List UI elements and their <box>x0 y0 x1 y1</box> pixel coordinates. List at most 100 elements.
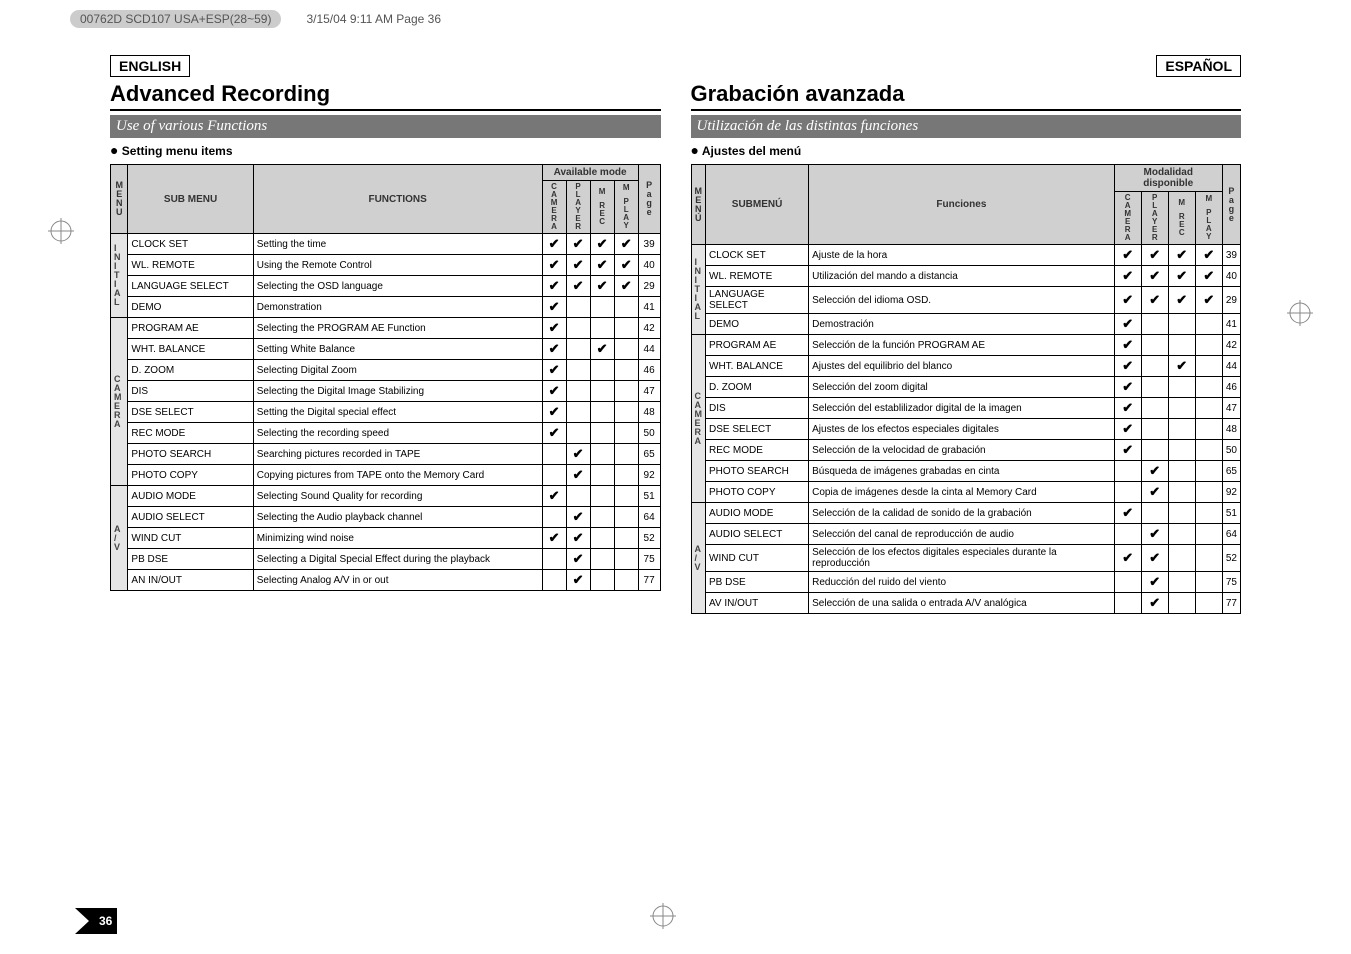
mode-player-cell <box>566 486 590 507</box>
menu-group-cell: CAMERA <box>691 335 706 503</box>
mode-camera-cell: ✔ <box>1114 287 1141 314</box>
function-cell: Selección de una salida o entrada A/V an… <box>809 593 1115 614</box>
mode-camera-cell: ✔ <box>1114 440 1141 461</box>
page-ref-cell: 64 <box>638 507 660 528</box>
submenu-cell: PROGRAM AE <box>706 335 809 356</box>
submenu-cell: LANGUAGE SELECT <box>128 276 253 297</box>
mode-camera-cell <box>542 465 566 486</box>
mode-camera-cell: ✔ <box>542 339 566 360</box>
mode-mrec-cell <box>590 528 614 549</box>
th-functions: FUNCTIONS <box>253 165 542 234</box>
mode-camera-cell: ✔ <box>1114 335 1141 356</box>
submenu-cell: AUDIO MODE <box>128 486 253 507</box>
mode-player-cell <box>1141 440 1168 461</box>
submenu-cell: PB DSE <box>706 572 809 593</box>
submenu-cell: D. ZOOM <box>128 360 253 381</box>
mode-mplay-cell <box>1195 461 1222 482</box>
mode-camera-cell: ✔ <box>542 402 566 423</box>
two-column-body: ENGLISH Advanced Recording Use of variou… <box>0 55 1351 614</box>
table-row: AV IN/OUTSelección de una salida o entra… <box>691 593 1241 614</box>
th-camera: CAMERA <box>542 181 566 234</box>
page-sheet: 00762D SCD107 USA+ESP(28~59) 3/15/04 9:1… <box>0 0 1351 954</box>
function-cell: Selección del idioma OSD. <box>809 287 1115 314</box>
submenu-cell: CLOCK SET <box>706 245 809 266</box>
mode-mplay-cell <box>1195 593 1222 614</box>
spec-table: MENU SUB MENU FUNCTIONS Available mode P… <box>110 164 661 591</box>
mode-mrec-cell <box>590 318 614 339</box>
submenu-cell: AUDIO SELECT <box>706 524 809 545</box>
mode-player-cell: ✔ <box>566 528 590 549</box>
mode-mrec-cell <box>590 549 614 570</box>
submenu-cell: PHOTO COPY <box>706 482 809 503</box>
function-cell: Reducción del ruido del viento <box>809 572 1115 593</box>
mode-mplay-cell <box>1195 503 1222 524</box>
mode-mplay-cell <box>1195 572 1222 593</box>
mode-player-cell: ✔ <box>1141 287 1168 314</box>
mode-player-cell <box>566 402 590 423</box>
submenu-cell: WHT. BALANCE <box>706 356 809 377</box>
file-info: 3/15/04 9:11 AM Page 36 <box>306 12 441 26</box>
mode-mrec-cell <box>590 423 614 444</box>
mode-mrec-cell: ✔ <box>1168 287 1195 314</box>
table-row: AUDIO SELECTSelecting the Audio playback… <box>111 507 661 528</box>
function-cell: Selección del establilizador digital de … <box>809 398 1115 419</box>
mode-mrec-cell: ✔ <box>590 255 614 276</box>
mode-camera-cell: ✔ <box>542 297 566 318</box>
mode-player-cell: ✔ <box>566 276 590 297</box>
mode-camera-cell: ✔ <box>542 423 566 444</box>
table-row: REC MODESelección de la velocidad de gra… <box>691 440 1241 461</box>
menu-group-cell: A/V <box>691 503 706 614</box>
mode-player-cell: ✔ <box>1141 266 1168 287</box>
mode-player-cell <box>566 423 590 444</box>
mode-player-cell: ✔ <box>1141 482 1168 503</box>
mode-player-cell <box>566 360 590 381</box>
th-camera: CAMERA <box>1114 192 1141 245</box>
function-cell: Selecting Digital Zoom <box>253 360 542 381</box>
submenu-cell: AV IN/OUT <box>706 593 809 614</box>
page-ref-cell: 42 <box>638 318 660 339</box>
function-cell: Setting White Balance <box>253 339 542 360</box>
submenu-cell: DIS <box>706 398 809 419</box>
mode-mplay-cell: ✔ <box>1195 266 1222 287</box>
function-cell: Minimizing wind noise <box>253 528 542 549</box>
menu-group-cell: INITIAL <box>111 234 128 318</box>
mode-player-cell: ✔ <box>566 444 590 465</box>
mode-player-cell: ✔ <box>566 255 590 276</box>
print-meta-bar: 00762D SCD107 USA+ESP(28~59) 3/15/04 9:1… <box>70 10 441 28</box>
function-cell: Setting the Digital special effect <box>253 402 542 423</box>
mode-player-cell <box>1141 398 1168 419</box>
mode-mrec-cell: ✔ <box>590 339 614 360</box>
page-ref-cell: 39 <box>638 234 660 255</box>
mode-camera-cell: ✔ <box>542 381 566 402</box>
table-row: INITIALCLOCK SETAjuste de la hora✔✔✔✔39 <box>691 245 1241 266</box>
table-row: DSE SELECTAjustes de los efectos especia… <box>691 419 1241 440</box>
mode-camera-cell: ✔ <box>542 528 566 549</box>
mode-mplay-cell: ✔ <box>1195 245 1222 266</box>
page-ref-cell: 52 <box>1222 545 1240 572</box>
page-ref-cell: 47 <box>638 381 660 402</box>
page-number-badge: 36 <box>75 908 117 934</box>
th-submenu: SUB MENU <box>128 165 253 234</box>
page-ref-cell: 39 <box>1222 245 1240 266</box>
submenu-cell: LANGUAGE SELECT <box>706 287 809 314</box>
table-row: CAMERAPROGRAM AESelección de la función … <box>691 335 1241 356</box>
table-row: AN IN/OUTSelecting Analog A/V in or out✔… <box>111 570 661 591</box>
mode-mplay-cell <box>614 297 638 318</box>
mode-camera-cell: ✔ <box>542 234 566 255</box>
table-row: D. ZOOMSelección del zoom digital✔46 <box>691 377 1241 398</box>
page-ref-cell: 65 <box>1222 461 1240 482</box>
page-ref-cell: 64 <box>1222 524 1240 545</box>
page-ref-cell: 75 <box>1222 572 1240 593</box>
mode-mrec-cell <box>590 444 614 465</box>
function-cell: Selecting the PROGRAM AE Function <box>253 318 542 339</box>
page-ref-cell: 40 <box>638 255 660 276</box>
page-ref-cell: 52 <box>638 528 660 549</box>
mode-camera-cell: ✔ <box>1114 356 1141 377</box>
th-mrec: MREC <box>590 181 614 234</box>
th-submenu: SUBMENÚ <box>706 165 809 245</box>
function-cell: Selecting the OSD language <box>253 276 542 297</box>
function-cell: Selección del canal de reproducción de a… <box>809 524 1115 545</box>
table-row: A/VAUDIO MODESelecting Sound Quality for… <box>111 486 661 507</box>
mode-player-cell: ✔ <box>566 570 590 591</box>
page-ref-cell: 65 <box>638 444 660 465</box>
